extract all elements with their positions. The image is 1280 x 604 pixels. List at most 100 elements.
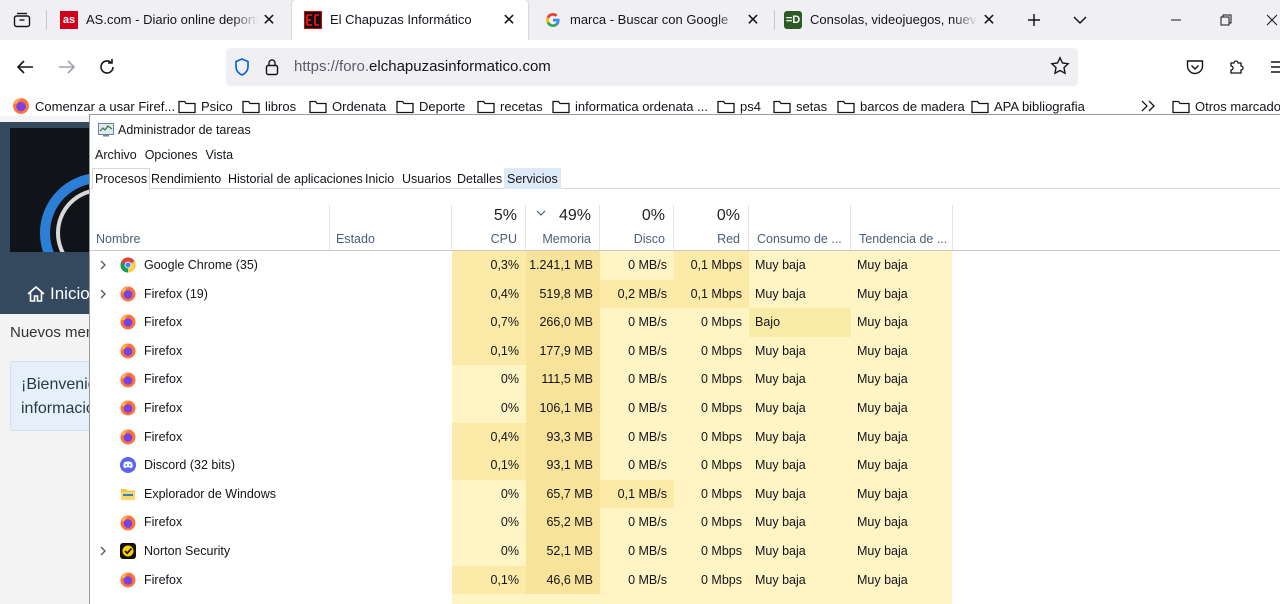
column-header-network[interactable]: 0% Red	[674, 205, 749, 251]
tab-historial[interactable]: Historial de aplicaciones	[225, 168, 366, 189]
bookmark-folder[interactable]: barcos de madera	[837, 97, 965, 115]
bookmark-folder[interactable]: libros	[242, 97, 296, 115]
nav-home-link[interactable]: Inicio	[26, 284, 90, 304]
bookmark-folder[interactable]: Ordenata	[309, 97, 386, 115]
bookmark-folder[interactable]: ps4	[717, 97, 761, 115]
tab-inicio[interactable]: Inicio	[362, 168, 397, 189]
bookmark-label: Deporte	[419, 98, 466, 114]
minimize-button[interactable]	[1162, 6, 1190, 34]
column-header-power[interactable]: Consumo de ...	[749, 205, 851, 251]
explorer-icon	[121, 489, 135, 501]
tab-chapuzas[interactable]: El Chapuzas Informático ✕	[292, 0, 528, 40]
process-row[interactable]: Firefox 0,4% 93,3 MB 0 MB/s 0 Mbps Muy baja Mu…	[90, 422, 952, 452]
url-text[interactable]: https://foro.elchapuzasinformatico.com	[294, 58, 551, 75]
close-tab-icon[interactable]: ✕	[258, 9, 280, 31]
minimize-icon	[1171, 19, 1181, 21]
tab-consolas[interactable]: =D Consolas, videojuegos, nuevas tecnolo…	[772, 0, 1008, 40]
firefox-icon	[120, 429, 136, 445]
tab-detalles[interactable]: Detalles	[454, 168, 505, 189]
process-row[interactable]: Firefox 0% 106,1 MB 0 MB/s 0 Mbps Muy baja Muy…	[90, 394, 952, 423]
process-name-cell: Firefox	[90, 566, 330, 595]
extensions-button[interactable]	[1222, 52, 1252, 82]
bookmark-folder[interactable]: informatica ordenata ...	[552, 97, 708, 115]
task-manager-titlebar[interactable]: Administrador de tareas	[90, 115, 1280, 145]
list-all-tabs-button[interactable]	[8, 6, 36, 34]
process-power-cell: Muy baja	[749, 336, 851, 366]
bookmark-folder[interactable]: Psico	[178, 97, 233, 115]
close-window-button[interactable]	[1258, 6, 1280, 34]
process-trend-cell: Muy baja	[851, 565, 952, 595]
arrow-right-icon	[59, 60, 76, 74]
process-cpu-cell: 0%	[452, 365, 526, 394]
process-mem-cell: 93,1 MB	[526, 451, 600, 480]
process-row[interactable]: Explorador de Windows 0% 65,7 MB 0,1 MB/s 0 …	[90, 479, 952, 509]
column-header-power-trend[interactable]: Tendencia de ...	[851, 205, 953, 251]
other-bookmarks-folder[interactable]: Otros marcadores	[1172, 97, 1280, 115]
process-row[interactable]: Firefox 0,7% 266,0 MB 0 MB/s 0 Mbps Bajo Muy b…	[90, 308, 952, 337]
process-row[interactable]: Google Chrome (35) 0,3% 1.241,1 MB 0 MB/s 0,…	[90, 251, 952, 280]
column-label: Nombre	[96, 232, 141, 246]
menu-button[interactable]	[1262, 52, 1280, 82]
menu-vista[interactable]: Vista	[202, 145, 238, 165]
tab-procesos[interactable]: Procesos	[92, 168, 151, 189]
url-bar[interactable]: https://foro.elchapuzasinformatico.com	[226, 48, 1078, 86]
tab-as[interactable]: as AS.com - Diario online deportivo ✕	[48, 0, 288, 40]
pocket-button[interactable]	[1180, 52, 1210, 82]
close-tab-icon[interactable]: ✕	[978, 9, 1000, 31]
back-button[interactable]	[10, 52, 40, 82]
process-row[interactable]: Firefox (19) 0,4% 519,8 MB 0,2 MB/s 0,1 Mbps…	[90, 279, 952, 309]
close-tab-icon[interactable]: ✕	[742, 9, 764, 31]
expand-chevron-icon[interactable]	[90, 260, 116, 270]
process-row[interactable]: Firefox 0,1% 46,6 MB 0 MB/s 0 Mbps Muy baja Mu…	[90, 565, 952, 595]
process-row[interactable]: Firefox 0% 111,5 MB 0 MB/s 0 Mbps Muy baja Muy…	[90, 365, 952, 394]
reload-button[interactable]	[92, 52, 122, 82]
process-name-cell: Norton Security	[90, 537, 330, 566]
restore-button[interactable]	[1212, 6, 1240, 34]
column-header-name[interactable]: Nombre	[90, 205, 330, 251]
process-row[interactable]: Discord (32 bits) 0,1% 93,1 MB 0 MB/s 0 Mbps…	[90, 451, 952, 480]
new-tab-button[interactable]	[1020, 6, 1048, 34]
process-disk-cell: 0 MB/s	[600, 451, 674, 480]
process-mem-cell: 65,7 MB	[526, 479, 600, 509]
tab-usuarios[interactable]: Usuarios	[399, 168, 454, 189]
lock-icon[interactable]	[262, 57, 282, 77]
process-disk-cell: 0 MB/s	[600, 336, 674, 366]
process-power-cell: Muy baja	[749, 451, 851, 480]
column-header-disk[interactable]: 0% Disco	[600, 205, 674, 251]
tab-rendimiento[interactable]: Rendimiento	[148, 168, 224, 189]
star-icon[interactable]	[1050, 56, 1070, 76]
column-header-cpu[interactable]: 5% CPU	[452, 205, 526, 251]
process-disk-cell: 0 MB/s	[600, 422, 674, 452]
bookmark-item[interactable]: Comenzar a usar Firef...	[12, 97, 175, 115]
google-logo-icon	[544, 11, 562, 29]
tab-servicios[interactable]: Servicios	[504, 168, 561, 189]
bookmark-label: informatica ordenata ...	[575, 98, 708, 114]
process-disk-cell: 0 MB/s	[600, 537, 674, 566]
menu-archivo[interactable]: Archivo	[91, 145, 141, 165]
process-power-cell: Muy baja	[749, 422, 851, 452]
bookmark-folder[interactable]: recetas	[477, 97, 543, 115]
tab-title: Consolas, videojuegos, nuevas tecnología…	[810, 12, 978, 27]
column-header-status[interactable]: Estado	[330, 205, 452, 251]
bookmarks-overflow-button[interactable]	[1140, 97, 1161, 115]
expand-chevron-icon[interactable]	[90, 289, 116, 299]
tab-overflow-button[interactable]	[1066, 6, 1094, 34]
bookmark-folder[interactable]: setas	[773, 97, 827, 115]
forward-button[interactable]	[52, 52, 82, 82]
bookmark-label: libros	[265, 98, 297, 114]
process-row[interactable]: Firefox 0% 65,2 MB 0 MB/s 0 Mbps Muy baja Muy …	[90, 508, 952, 537]
close-tab-icon[interactable]: ✕	[498, 9, 520, 31]
column-header-memory[interactable]: 49% Memoria	[526, 205, 600, 251]
expand-chevron-icon[interactable]	[90, 546, 116, 556]
process-name: Firefox	[144, 515, 183, 530]
shield-icon[interactable]	[232, 57, 252, 77]
folder-icon	[1172, 100, 1190, 113]
menu-opciones[interactable]: Opciones	[141, 145, 202, 165]
process-row[interactable]: Norton Security 0% 52,1 MB 0 MB/s 0 Mbps Muy …	[90, 537, 952, 566]
disk-total: 0%	[641, 207, 665, 224]
bookmark-folder[interactable]: Deporte	[396, 97, 465, 115]
screen: { "browser": { "tabs": [ {"title": "AS.c…	[0, 0, 1280, 604]
process-row[interactable]: Firefox 0,1% 177,9 MB 0 MB/s 0 Mbps Muy baja M…	[90, 336, 952, 366]
tab-google[interactable]: marca - Buscar con Google ✕	[532, 0, 772, 40]
bookmark-folder[interactable]: APA bibliografia	[971, 97, 1085, 115]
